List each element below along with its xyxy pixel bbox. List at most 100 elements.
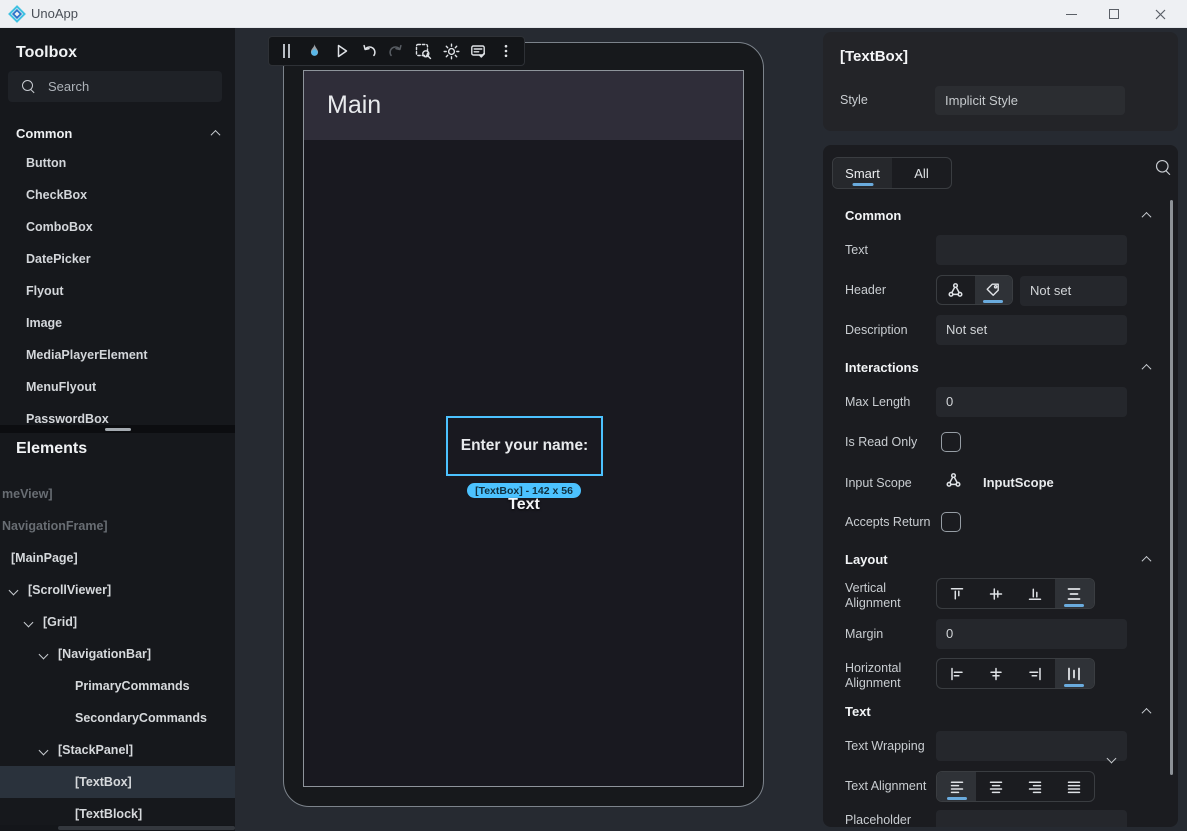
align-vertical-center-icon[interactable] xyxy=(976,579,1015,608)
minimize-button[interactable] xyxy=(1054,0,1088,28)
tree-item[interactable]: meView] xyxy=(0,478,235,510)
tree-item[interactable]: [ScrollViewer] xyxy=(0,574,235,606)
chevron-down-icon[interactable] xyxy=(9,586,19,596)
hot-design-toolbar xyxy=(268,36,525,66)
margin-input[interactable]: 0 xyxy=(936,619,1127,649)
max-length-label: Max Length xyxy=(845,395,910,409)
chevron-up-icon[interactable] xyxy=(1142,556,1152,566)
selected-element-title: [TextBox] xyxy=(840,48,908,65)
chevron-down-icon[interactable] xyxy=(39,746,49,756)
horizontal-alignment-group xyxy=(936,658,1095,689)
header-value-input[interactable]: Not set xyxy=(1020,276,1127,306)
description-value-input[interactable]: Not set xyxy=(936,315,1127,345)
chevron-up-icon[interactable] xyxy=(1142,708,1152,718)
accepts-return-checkbox[interactable] xyxy=(941,512,961,532)
is-read-only-checkbox[interactable] xyxy=(941,432,961,452)
selection-header-card xyxy=(823,32,1178,131)
align-horizontal-center-icon[interactable] xyxy=(976,659,1015,688)
text-wrapping-label: Text Wrapping xyxy=(845,739,925,753)
text-align-left-icon[interactable] xyxy=(937,772,976,801)
drag-handle-icon[interactable] xyxy=(275,39,298,63)
toolbox-title: Toolbox xyxy=(16,44,77,62)
align-vertical-stretch-icon[interactable] xyxy=(1055,579,1094,608)
is-read-only-label: Is Read Only xyxy=(845,435,917,449)
left-sidebar: Toolbox Search Common Button CheckBox Co… xyxy=(0,28,235,831)
theme-toggle-icon[interactable] xyxy=(440,39,463,63)
tree-item[interactable]: [MainPage] xyxy=(0,542,235,574)
placeholder-input[interactable] xyxy=(936,810,1127,827)
properties-card: Smart All Common Text Header Not set Des… xyxy=(823,145,1178,827)
toolbox-item[interactable]: CheckBox xyxy=(0,179,235,211)
align-horizontal-stretch-icon[interactable] xyxy=(1055,659,1094,688)
toolbox-item[interactable]: DatePicker xyxy=(0,243,235,275)
align-right-icon[interactable] xyxy=(1016,659,1055,688)
properties-search-icon[interactable] xyxy=(1156,160,1172,176)
close-button[interactable] xyxy=(1143,0,1177,28)
text-alignment-group xyxy=(936,771,1095,802)
tree-item[interactable]: NavigationFrame] xyxy=(0,510,235,542)
chevron-down-icon[interactable] xyxy=(39,650,49,660)
tree-item[interactable]: [TextBox] xyxy=(0,766,235,798)
property-tabs: Smart All xyxy=(832,157,952,189)
align-bottom-icon[interactable] xyxy=(1016,579,1055,608)
text-wrapping-dropdown[interactable] xyxy=(936,731,1127,761)
undo-icon[interactable] xyxy=(357,39,380,63)
vertical-alignment-label: Vertical Alignment xyxy=(845,581,925,611)
section-interactions: Interactions xyxy=(845,360,919,375)
toolbox-item[interactable]: Flyout xyxy=(0,275,235,307)
redo-icon[interactable] xyxy=(385,39,408,63)
tree-item[interactable]: [NavigationBar] xyxy=(0,638,235,670)
inspect-element-icon[interactable] xyxy=(412,39,435,63)
accepts-return-label: Accepts Return xyxy=(845,515,930,529)
text-align-justify-icon[interactable] xyxy=(1055,772,1094,801)
chevron-up-icon xyxy=(211,129,221,139)
tree-item[interactable]: [Grid] xyxy=(0,606,235,638)
search-icon xyxy=(22,80,36,94)
panel-splitter[interactable] xyxy=(0,425,235,433)
tree-item[interactable]: [StackPanel] xyxy=(0,734,235,766)
section-layout: Layout xyxy=(845,552,888,567)
text-value-input[interactable] xyxy=(936,235,1127,265)
toolbox-item[interactable]: MediaPlayerElement xyxy=(0,339,235,371)
chevron-up-icon[interactable] xyxy=(1142,364,1152,374)
text-align-center-icon[interactable] xyxy=(976,772,1015,801)
toolbox-item[interactable]: Image xyxy=(0,307,235,339)
changes-list-icon[interactable] xyxy=(467,39,490,63)
placeholder-label: Placeholder xyxy=(845,813,911,827)
binding-mode-icon[interactable] xyxy=(945,472,962,494)
maximize-button[interactable] xyxy=(1097,0,1131,28)
toolbox-item[interactable]: Button xyxy=(0,147,235,179)
page-title: Main xyxy=(327,71,381,140)
description-label: Description xyxy=(845,323,908,337)
tree-item[interactable]: SecondaryCommands xyxy=(0,702,235,734)
tab-all[interactable]: All xyxy=(892,158,951,188)
max-length-input[interactable]: 0 xyxy=(936,387,1127,417)
text-label: Text xyxy=(845,243,868,257)
align-left-icon[interactable] xyxy=(937,659,976,688)
input-scope-label: Input Scope xyxy=(845,476,912,490)
selected-textbox[interactable]: Enter your name: xyxy=(446,416,603,476)
text-align-right-icon[interactable] xyxy=(1016,772,1055,801)
group-label: Common xyxy=(16,126,72,141)
tab-smart[interactable]: Smart xyxy=(833,158,892,188)
uno-logo-icon xyxy=(8,5,26,23)
textblock[interactable]: Text xyxy=(374,496,674,514)
play-icon[interactable] xyxy=(330,39,353,63)
literal-tag-icon[interactable] xyxy=(975,276,1013,304)
toolbox-group-common[interactable]: Common xyxy=(16,120,219,146)
align-top-icon[interactable] xyxy=(937,579,976,608)
toolbox-item[interactable]: MenuFlyout xyxy=(0,371,235,403)
chevron-down-icon xyxy=(1108,743,1115,773)
style-value-input[interactable]: Implicit Style xyxy=(935,86,1125,115)
input-scope-value[interactable]: InputScope xyxy=(983,475,1054,490)
properties-vertical-scrollbar[interactable] xyxy=(1170,200,1173,775)
hot-design-flame-icon[interactable] xyxy=(302,39,325,63)
binding-mode-icon[interactable] xyxy=(937,276,975,304)
elements-horizontal-scrollbar[interactable] xyxy=(0,825,235,831)
chevron-down-icon[interactable] xyxy=(24,618,34,628)
more-options-icon[interactable] xyxy=(495,39,518,63)
toolbox-search-input[interactable]: Search xyxy=(8,71,222,102)
toolbox-item[interactable]: ComboBox xyxy=(0,211,235,243)
tree-item[interactable]: PrimaryCommands xyxy=(0,670,235,702)
chevron-up-icon[interactable] xyxy=(1142,212,1152,222)
